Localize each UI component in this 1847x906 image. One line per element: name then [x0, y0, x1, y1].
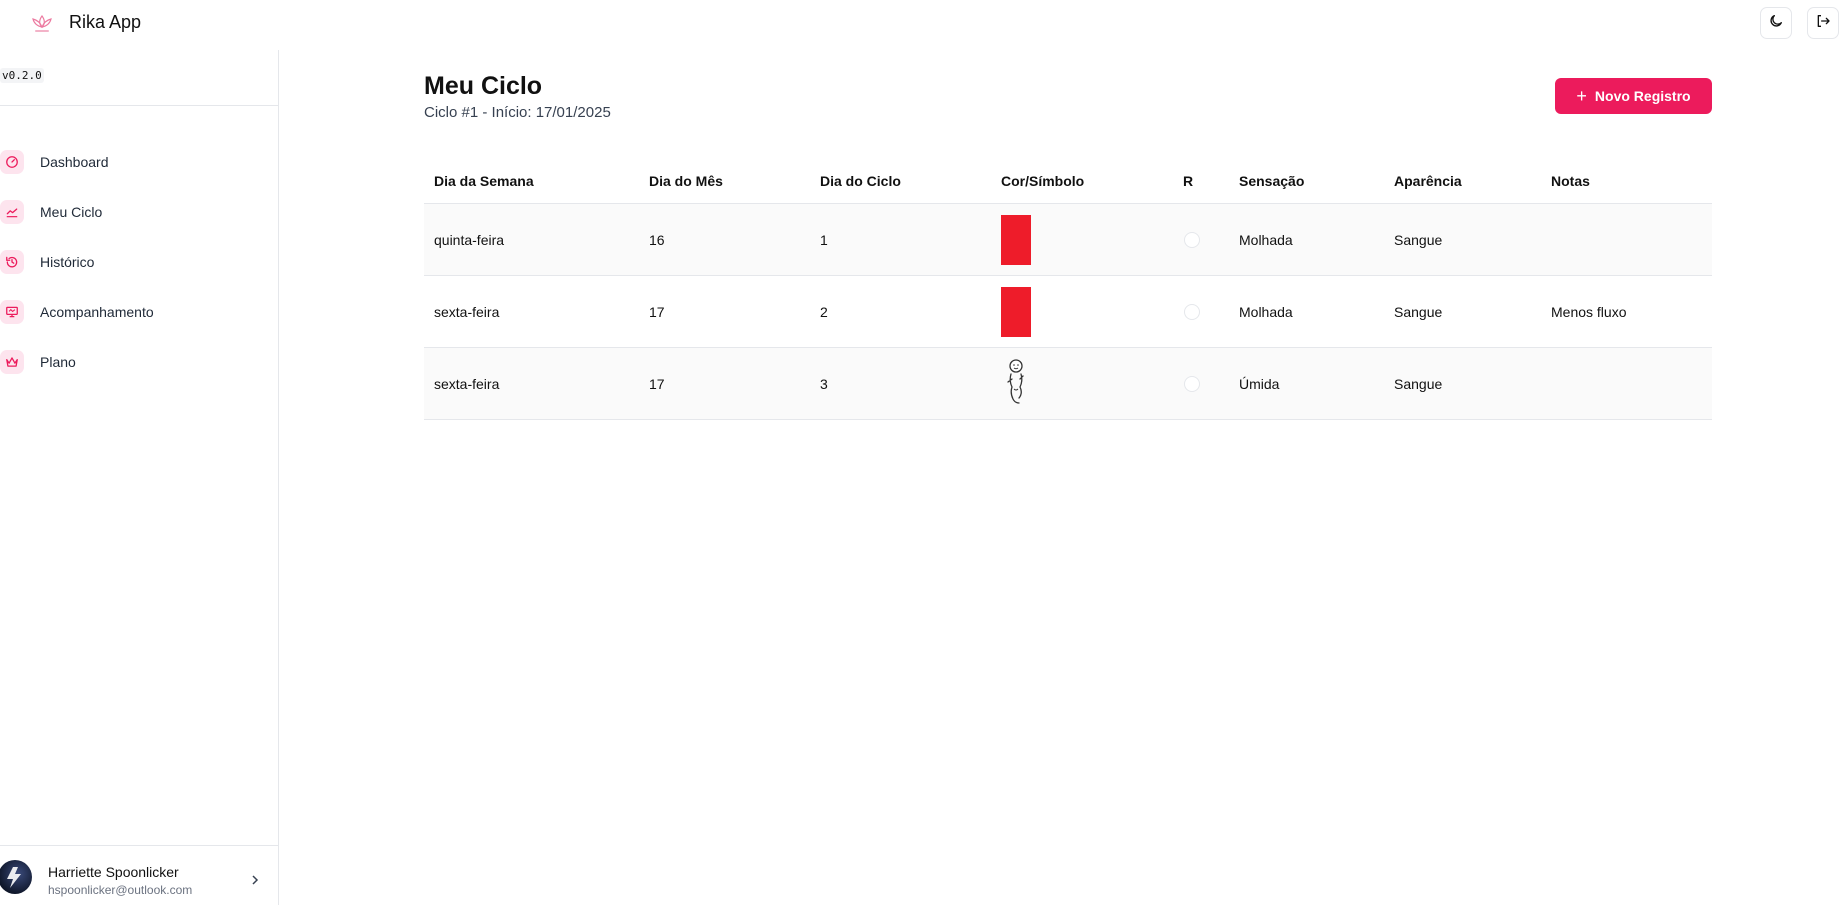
r-radio[interactable]: [1184, 231, 1200, 248]
logout-button[interactable]: [1807, 7, 1839, 39]
weekday-cell: sexta-feira: [424, 347, 639, 420]
top-bar: Rika App: [0, 0, 1847, 50]
column-header: Dia do Ciclo: [810, 158, 991, 204]
cycle-day-cell: 3: [810, 347, 991, 420]
new-record-label: Novo Registro: [1594, 88, 1691, 104]
new-record-button[interactable]: + Novo Registro: [1555, 78, 1712, 114]
crown-icon: [0, 350, 24, 374]
sidebar-item-label: Meu Ciclo: [40, 204, 103, 220]
cycle-day-cell: 2: [810, 275, 991, 348]
sidebar-item-acompanhamento[interactable]: Acompanhamento: [0, 294, 270, 330]
table-header-row: Dia da Semana Dia do Mês Dia do Ciclo Co…: [424, 158, 1712, 204]
column-header: Notas: [1541, 158, 1712, 204]
dark-mode-toggle-button[interactable]: [1760, 7, 1792, 39]
sidebar-item-label: Dashboard: [40, 154, 109, 170]
red-color-swatch: [1001, 286, 1031, 337]
sidebar-item-label: Plano: [40, 354, 76, 370]
sidebar-divider: [0, 105, 278, 106]
baby-icon: [1001, 359, 1031, 410]
weekday-cell: quinta-feira: [424, 203, 639, 276]
gauge-icon: [0, 150, 24, 174]
page-title: Meu Ciclo: [424, 72, 543, 100]
sensation-cell: Úmida: [1229, 347, 1384, 420]
sidebar-item-dashboard[interactable]: Dashboard: [0, 144, 270, 180]
month-day-cell: 17: [639, 347, 810, 420]
symbol-cell: [991, 347, 1173, 420]
chart-line-icon: [0, 200, 24, 224]
page-subtitle: Ciclo #1 - Início: 17/01/2025: [424, 104, 611, 121]
r-cell: [1173, 347, 1229, 420]
user-email: hspoonlicker@outlook.com: [48, 883, 193, 897]
history-icon: [0, 250, 24, 274]
version-badge: v0.2.0: [0, 68, 44, 83]
column-header: Sensação: [1229, 158, 1384, 204]
symbol-cell: [991, 275, 1173, 348]
weekday-cell: sexta-feira: [424, 275, 639, 348]
user-name: Harriette Spoonlicker: [48, 864, 179, 880]
moon-icon: [1768, 13, 1784, 34]
sidebar-item-historico[interactable]: Histórico: [0, 244, 270, 280]
table-row[interactable]: sexta-feira 17 2 Molhada Sangue Menos fl…: [424, 275, 1712, 348]
avatar: [0, 860, 32, 894]
column-header: Aparência: [1384, 158, 1541, 204]
sensation-cell: Molhada: [1229, 275, 1384, 348]
plus-icon: +: [1576, 86, 1587, 106]
logout-icon: [1815, 13, 1831, 34]
cycle-records-table: Dia da Semana Dia do Mês Dia do Ciclo Co…: [424, 158, 1712, 420]
cycle-day-cell: 1: [810, 203, 991, 276]
month-day-cell: 16: [639, 203, 810, 276]
appearance-cell: Sangue: [1384, 203, 1541, 276]
r-cell: [1173, 203, 1229, 276]
lotus-logo-icon[interactable]: [28, 12, 56, 36]
notes-cell: [1541, 203, 1712, 276]
sidebar-item-plano[interactable]: Plano: [0, 344, 270, 380]
app-title[interactable]: Rika App: [69, 12, 141, 33]
table-row[interactable]: quinta-feira 16 1 Molhada Sangue: [424, 203, 1712, 276]
r-radio[interactable]: [1184, 375, 1200, 392]
column-header: Dia do Mês: [639, 158, 810, 204]
red-color-swatch: [1001, 214, 1031, 265]
chevron-right-icon: [250, 872, 260, 890]
user-menu[interactable]: Harriette Spoonlicker hspoonlicker@outlo…: [0, 845, 278, 906]
notes-cell: Menos fluxo: [1541, 275, 1712, 348]
column-header: R: [1173, 158, 1229, 204]
sidebar-item-meu-ciclo[interactable]: Meu Ciclo: [0, 194, 270, 230]
column-header: Cor/Símbolo: [991, 158, 1173, 204]
notes-cell: [1541, 347, 1712, 420]
r-cell: [1173, 275, 1229, 348]
sidebar-item-label: Histórico: [40, 254, 95, 270]
column-header: Dia da Semana: [424, 158, 639, 204]
r-radio[interactable]: [1184, 303, 1200, 320]
symbol-cell: [991, 203, 1173, 276]
appearance-cell: Sangue: [1384, 347, 1541, 420]
month-day-cell: 17: [639, 275, 810, 348]
sidebar-item-label: Acompanhamento: [40, 304, 154, 320]
sidebar: v0.2.0 Dashboard Meu Ciclo Histórico Aco…: [0, 50, 279, 905]
table-row[interactable]: sexta-feira 17 3 Úmida Sangue: [424, 347, 1712, 420]
appearance-cell: Sangue: [1384, 275, 1541, 348]
monitor-icon: [0, 300, 24, 324]
sensation-cell: Molhada: [1229, 203, 1384, 276]
